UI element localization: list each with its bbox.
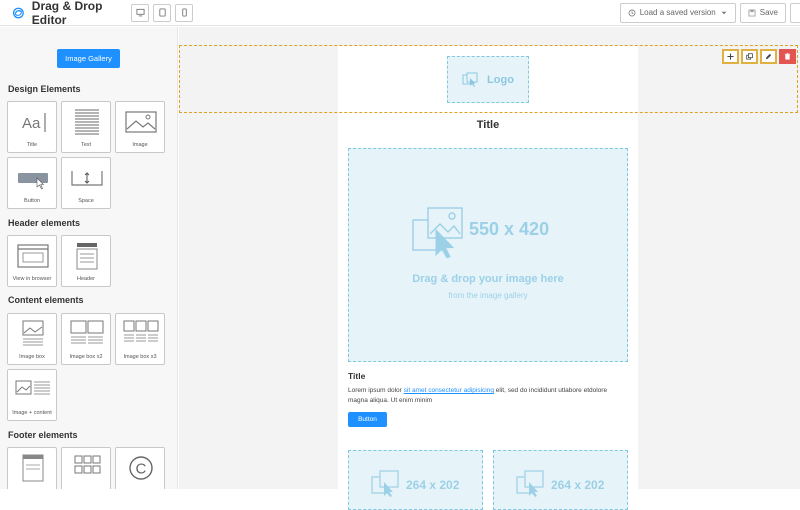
image-placeholder-right[interactable]: 264 x 202 [493, 450, 628, 510]
element-title-label: Title [26, 142, 38, 148]
footer-layout-icon [22, 454, 44, 482]
element-image-box-label: Image box [19, 354, 45, 360]
element-image[interactable]: Image [115, 101, 165, 153]
button-icon [18, 173, 48, 190]
element-view-in-browser[interactable]: View in browser [7, 235, 57, 287]
app-logo-icon [12, 7, 24, 18]
image-size-label: 550 x 420 [469, 219, 550, 239]
element-view-in-browser-label: View in browser [12, 276, 52, 282]
element-header[interactable]: Header [61, 235, 111, 287]
element-copyright[interactable]: C [115, 447, 165, 489]
body-text-link[interactable]: sit amet consectetur adipisicing [404, 387, 494, 394]
section-title-design: Design Elements [8, 84, 81, 94]
element-text-label: Text [80, 142, 92, 148]
move-row-button[interactable] [722, 49, 739, 64]
more-button[interactable] [790, 2, 800, 23]
move-icon [727, 53, 734, 60]
copy-icon [746, 53, 753, 60]
element-button-label: Button [24, 198, 40, 204]
tablet-view-button[interactable] [153, 3, 171, 22]
load-saved-version-dropdown[interactable]: Load a saved version [619, 2, 736, 23]
image-size-label-left: 264 x 202 [406, 478, 460, 492]
image-box-icon [22, 320, 44, 346]
element-image-plus-content-label: Image + content [12, 410, 52, 416]
duplicate-row-button[interactable] [741, 49, 758, 64]
text-lines-icon [75, 109, 99, 135]
drag-drop-text: Drag & drop your image here [412, 273, 564, 285]
element-space-label: Space [78, 198, 94, 204]
brand: Drag & Drop Editor [0, 0, 131, 27]
email-title[interactable]: Title [338, 119, 638, 131]
element-header-label: Header [76, 276, 96, 282]
elements-sidebar: Image Gallery Design Elements Aa Title T… [0, 27, 178, 489]
body-text-start: Lorem ipsum dolor [348, 387, 404, 394]
device-switcher [131, 3, 193, 22]
element-image-box-x3[interactable]: Image box x3 [115, 313, 165, 365]
edit-row-button[interactable] [760, 49, 777, 64]
copyright-icon: C [129, 456, 153, 480]
trash-icon [784, 53, 791, 60]
image-size-label-right: 264 x 202 [551, 478, 605, 492]
desktop-view-button[interactable] [131, 3, 149, 22]
element-image-label: Image [132, 142, 148, 148]
image-dropzone-icon [371, 470, 399, 497]
element-image-box[interactable]: Image box [7, 313, 57, 365]
section-title-footer: Footer elements [8, 430, 78, 440]
row-toolbar [722, 49, 796, 64]
browser-window-icon [17, 244, 49, 268]
pencil-icon [765, 53, 772, 60]
desktop-icon [135, 8, 145, 17]
selected-row-outline[interactable] [179, 45, 798, 113]
header-layout-icon [76, 243, 98, 270]
element-social-links[interactable] [61, 447, 111, 489]
caret-down-icon [721, 11, 727, 14]
content-title[interactable]: Title [348, 371, 365, 381]
image-gallery-button[interactable]: Image Gallery [57, 49, 120, 68]
image-box-x2-icon [70, 320, 104, 344]
load-label: Load a saved version [639, 8, 716, 17]
section-title-header: Header elements [8, 218, 81, 228]
save-label: Save [759, 8, 778, 17]
svg-text:Aa: Aa [22, 115, 41, 132]
element-image-plus-content[interactable]: Image + content [7, 369, 57, 421]
editor-canvas: Logo Title 550 x 420 Drag & drop your im… [179, 27, 800, 510]
title-text-icon: Aa [22, 113, 46, 132]
element-button[interactable]: Button [7, 157, 57, 209]
mobile-icon [181, 8, 187, 17]
spacer-icon [71, 171, 103, 186]
element-space[interactable]: Space [61, 157, 111, 209]
social-icons-icon [74, 455, 101, 474]
image-content-icon [15, 380, 50, 395]
gallery-hint-text: from the image gallery [448, 291, 528, 300]
element-image-box-x2[interactable]: Image box x2 [61, 313, 111, 365]
delete-row-button[interactable] [779, 49, 796, 64]
main-image-placeholder[interactable]: 550 x 420 Drag & drop your image here fr… [348, 148, 628, 362]
mobile-view-button[interactable] [175, 3, 193, 22]
element-image-box-x2-label: Image box x2 [69, 354, 103, 360]
history-icon [628, 9, 636, 16]
image-box-x3-icon [123, 320, 159, 342]
element-footer[interactable] [7, 447, 57, 489]
top-toolbar: Drag & Drop Editor Load a saved version … [0, 0, 800, 27]
content-body-text[interactable]: Lorem ipsum dolor sit amet consectetur a… [348, 386, 628, 406]
image-dropzone-icon [516, 470, 544, 497]
element-text[interactable]: Text [61, 101, 111, 153]
element-title[interactable]: Aa Title [7, 101, 57, 153]
image-icon [125, 111, 157, 133]
floppy-disk-icon [748, 9, 756, 16]
app-title: Drag & Drop Editor [31, 0, 103, 27]
section-title-content: Content elements [8, 295, 84, 305]
svg-text:C: C [136, 461, 147, 478]
save-button[interactable]: Save [739, 2, 786, 23]
email-cta-button[interactable]: Button [348, 412, 387, 427]
image-dropzone-icon [412, 207, 463, 258]
element-image-box-x3-label: Image box x3 [123, 354, 157, 360]
image-placeholder-left[interactable]: 264 x 202 [348, 450, 483, 510]
tablet-icon [158, 8, 166, 17]
